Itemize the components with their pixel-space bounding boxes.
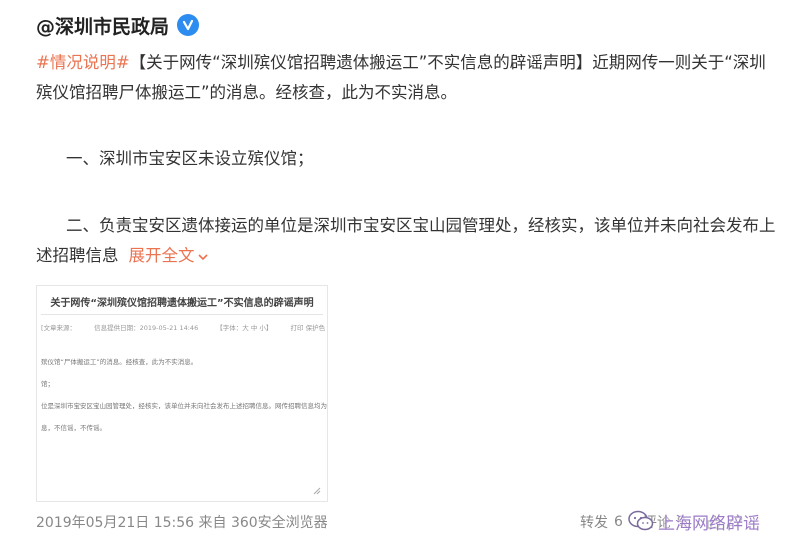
expand-label: 展开全文 <box>128 246 195 265</box>
repost-count: 6 <box>614 514 623 530</box>
author-name[interactable]: @深圳市民政局 <box>36 12 169 39</box>
thumbnail-line-1: 殡仪馆“尸体搬运工”的消息。经核查，此为不实消息。 <box>41 358 198 366</box>
wechat-logo-icon <box>628 510 654 531</box>
watermark: 上海网络辟谣 <box>628 506 760 536</box>
watermark-text: 上海网络辟谣 <box>658 513 760 534</box>
thumbnail-meta-print: 打印 保护色 <box>290 324 326 332</box>
post-header: @深圳市民政局 <box>36 10 200 40</box>
thumbnail-meta: [文章来源： 信息提供日期：2019-05-21 14:46 【字体：大 中 小… <box>41 322 327 332</box>
thumbnail-title: 关于网传“深圳殡仪馆招聘遗体搬运工”不实信息的辟谣声明 <box>50 298 314 309</box>
thumbnail-meta-date: 信息提供日期：2019-05-21 14:46 <box>94 324 199 332</box>
paragraph-2: 一、深圳市宝安区未设立殡仪馆； <box>66 149 314 168</box>
weibo-post: @深圳市民政局 #情况说明#【关于网传“深圳殡仪馆招聘遗体搬运工”不实信息的辟谣… <box>0 0 799 552</box>
post-content: #情况说明#【关于网传“深圳殡仪馆招聘遗体搬运工”不实信息的辟谣声明】近期网传一… <box>36 48 781 265</box>
topic-tag[interactable]: #情况说明# <box>36 53 130 72</box>
repost-button[interactable]: 转发 <box>580 512 608 532</box>
post-timestamp: 2019年05月21日 15:56 来自 360安全浏览器 <box>36 515 328 531</box>
thumbnail-divider <box>41 314 323 315</box>
scroll-handle-icon <box>313 487 321 495</box>
thumbnail-line-4: 息，不信谣，不传谣。 <box>41 424 106 432</box>
thumbnail-line-3: 位是深圳市宝安区宝山园管理处，经核实，该单位并未向社会发布上述招聘信息。网传招聘… <box>41 402 328 410</box>
chevron-down-icon <box>197 253 208 260</box>
thumbnail-line-2: 馆； <box>41 380 54 388</box>
paragraph-1: #情况说明#【关于网传“深圳殡仪馆招聘遗体搬运工”不实信息的辟谣声明】近期网传一… <box>36 48 781 108</box>
attached-image[interactable]: 关于网传“深圳殡仪馆招聘遗体搬运工”不实信息的辟谣声明 [文章来源： 信息提供日… <box>36 285 328 502</box>
paragraph-3: 二、负责宝安区遗体接运的单位是深圳市宝安区宝山园管理处，经核实，该单位并未向社会… <box>36 211 781 271</box>
expand-full-text-link[interactable]: 展开全文 <box>129 246 209 265</box>
thumbnail-meta-size: 【字体：大 中 小】 <box>216 324 273 332</box>
paragraph-1-text: 【关于网传“深圳殡仪馆招聘遗体搬运工”不实信息的辟谣声明】近期网传一则关于“深圳… <box>36 53 766 102</box>
verified-badge-icon <box>177 14 200 36</box>
thumbnail-meta-source: [文章来源： <box>41 324 77 332</box>
